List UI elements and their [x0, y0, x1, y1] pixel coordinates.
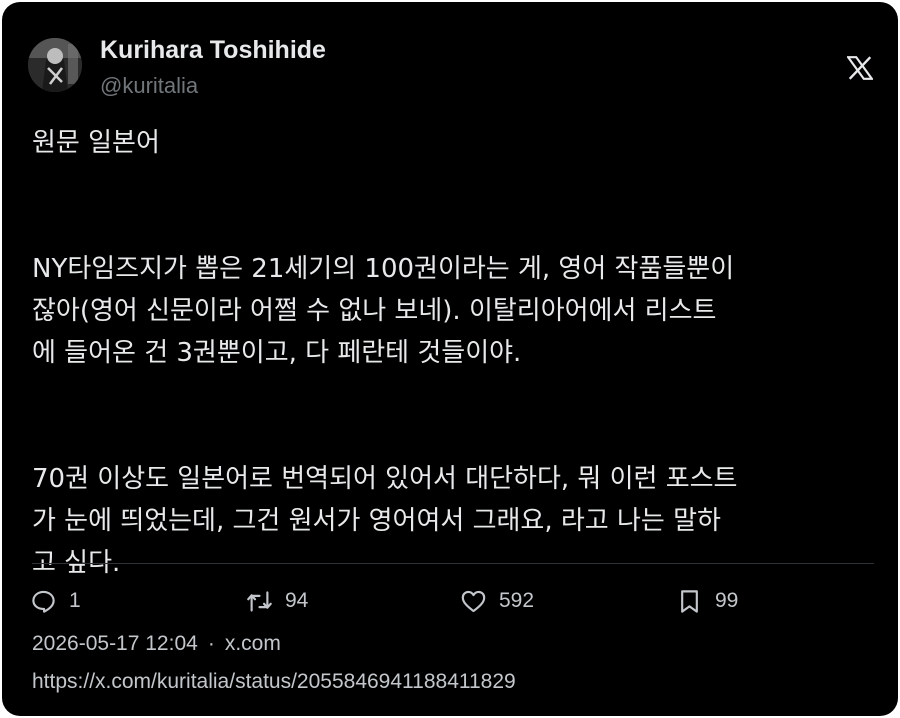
like-count: 592 [499, 589, 535, 612]
paragraph-line: 에 들어온 건 3권뿐이고, 다 페란테 것들이야. [32, 338, 522, 368]
post-url[interactable]: https://x.com/kuritalia/status/205584694… [32, 670, 516, 694]
heart-icon [461, 590, 486, 612]
author-handle[interactable]: @kuritalia [100, 73, 198, 99]
post-text: 원문 일본어 NY타임즈지가 뽑은 21세기의 100권이라는 게, 영어 작품… [32, 122, 882, 584]
avatar[interactable] [28, 38, 82, 92]
paragraph-line: 원문 일본어 [32, 128, 160, 158]
profile-photo [28, 38, 82, 92]
repost-icon [247, 590, 272, 612]
post-meta: 2026-05-17 12:04 · x.com [32, 632, 281, 656]
paragraph-line: 70권 이상도 일본어로 번역되어 있어서 대단하다, 뭐 이런 포스트 [32, 464, 738, 494]
timestamp[interactable]: 2026-05-17 12:04 [32, 632, 198, 655]
x-logo-icon[interactable] [847, 56, 873, 80]
repost-button[interactable]: 94 [246, 586, 308, 616]
meta-separator: · [207, 632, 215, 655]
reply-button[interactable]: 1 [30, 586, 81, 616]
paragraph-line: 가 눈에 띄었는데, 그건 원서가 영어여서 그래요, 라고 나는 말하 [32, 506, 721, 536]
source-link[interactable]: x.com [225, 632, 281, 655]
paragraph-line: 잖아(영어 신문이라 어쩔 수 없나 보네). 이탈리아어에서 리스트 [32, 296, 717, 326]
repost-count: 94 [285, 589, 309, 612]
paragraph-line: NY타임즈지가 뽑은 21세기의 100권이라는 게, 영어 작품들뿐이 [32, 254, 735, 284]
bookmark-button[interactable]: 99 [676, 586, 738, 616]
divider [32, 563, 874, 564]
like-button[interactable]: 592 [460, 586, 534, 616]
bookmark-count: 99 [715, 589, 739, 612]
author-display-name[interactable]: Kurihara Toshihide [100, 36, 326, 65]
reply-icon [32, 590, 55, 613]
reply-count: 1 [69, 589, 81, 612]
bookmark-icon [681, 589, 698, 613]
post-card: Kurihara Toshihide @kuritalia 원문 일본어 NY타… [2, 2, 898, 716]
